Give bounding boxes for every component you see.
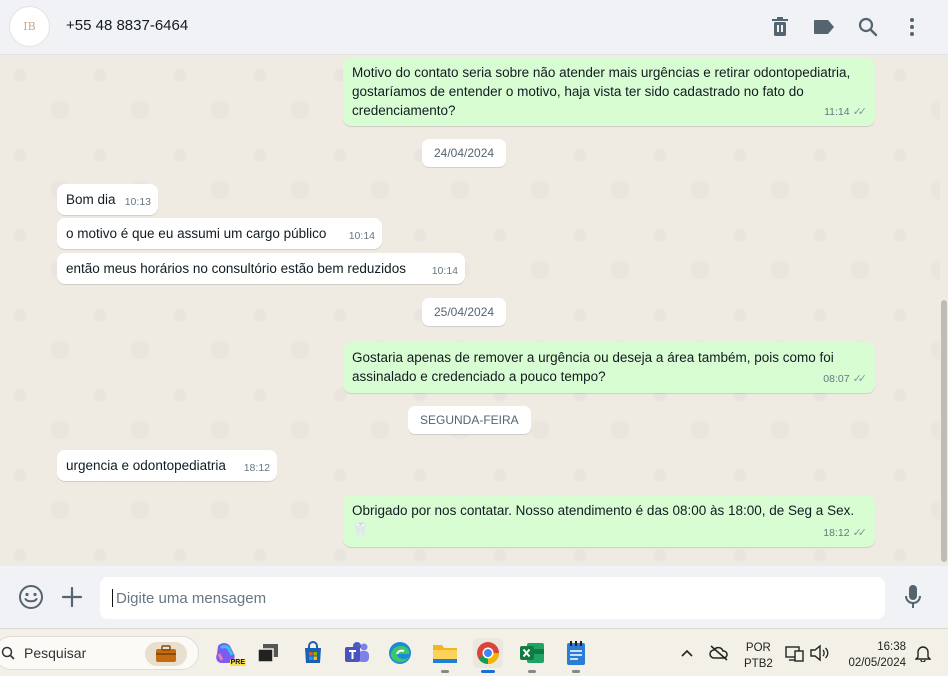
message-text: Motivo do contato seria sobre não atende… <box>352 65 851 118</box>
message-meta: 11:14 ✓✓ <box>824 103 867 122</box>
briefcase-icon <box>145 642 187 666</box>
running-indicator <box>528 670 536 673</box>
message-list[interactable]: Motivo do contato seria sobre não atende… <box>0 55 940 566</box>
message-incoming[interactable]: o motivo é que eu assumi um cargo públic… <box>57 218 382 249</box>
system-clock[interactable]: 16:38 02/05/2024 <box>842 639 906 671</box>
message-text: urgencia e odontopediatria <box>66 458 226 473</box>
message-time: 10:14 <box>431 265 458 277</box>
contact-name[interactable]: +55 48 8837-6464 <box>66 17 188 34</box>
chevron-up-icon[interactable] <box>672 638 702 668</box>
chat-header: IB +55 48 8837-6464 <box>0 0 948 55</box>
chat-scrollbar[interactable] <box>940 55 948 566</box>
keyboard-layout: PTB2 <box>744 658 773 670</box>
file-explorer-icon[interactable] <box>430 638 460 673</box>
clock-time: 16:38 <box>877 641 906 653</box>
microsoft-store-icon[interactable] <box>298 638 328 668</box>
taskbar-search[interactable]: Pesquisar <box>0 636 199 670</box>
running-indicator <box>572 670 580 673</box>
notepad-icon[interactable] <box>561 638 591 673</box>
header-actions <box>758 13 934 41</box>
language-code: POR <box>745 642 771 654</box>
message-incoming[interactable]: Bom dia 10:13 <box>57 184 158 215</box>
delete-icon[interactable] <box>758 13 802 41</box>
message-input[interactable]: Digite uma mensagem <box>100 577 885 619</box>
message-time: 18:12 <box>823 527 850 539</box>
date-chip: SEGUNDA-FEIRA <box>408 406 531 434</box>
notification-bell-icon[interactable] <box>908 638 938 668</box>
message-time: 08:07 <box>823 373 850 385</box>
edge-icon[interactable] <box>385 638 415 668</box>
message-time: 10:14 <box>348 230 375 242</box>
message-text: Gostaria apenas de remover a urgência ou… <box>352 350 834 384</box>
contact-avatar[interactable]: IB <box>9 6 50 47</box>
running-indicator <box>441 670 449 673</box>
emoji-icon[interactable] <box>17 583 45 611</box>
chrome-icon[interactable] <box>473 638 503 673</box>
active-indicator <box>481 670 495 673</box>
message-outgoing[interactable]: Motivo do contato seria sobre não atende… <box>343 57 875 126</box>
message-meta: 08:07 ✓✓ <box>823 370 867 389</box>
cloud-offline-icon[interactable] <box>704 638 734 668</box>
clock-date: 02/05/2024 <box>848 657 906 669</box>
menu-kebab-icon[interactable] <box>890 13 934 41</box>
volume-icon[interactable] <box>804 638 834 668</box>
text-caret <box>112 589 113 607</box>
composer: Digite uma mensagem <box>0 566 948 628</box>
double-check-icon: ✓✓ <box>852 527 868 539</box>
microphone-icon[interactable] <box>899 583 927 611</box>
task-view-icon[interactable] <box>253 638 283 668</box>
date-chip: 24/04/2024 <box>422 139 507 167</box>
message-time: 10:13 <box>124 196 151 208</box>
copilot-icon[interactable]: PRE <box>211 638 246 668</box>
windows-taskbar: Pesquisar PRE POR PTB2 16:38 02/05/2024 <box>0 628 948 676</box>
input-language[interactable]: POR PTB2 <box>744 640 773 672</box>
avatar-monogram: IB <box>23 20 36 33</box>
message-text: o motivo é que eu assumi um cargo públic… <box>66 226 327 241</box>
message-text: Obrigado por nos contatar. Nosso atendim… <box>352 503 855 537</box>
message-time: 18:12 <box>243 462 270 474</box>
label-icon[interactable] <box>802 13 846 41</box>
search-icon <box>1 646 15 660</box>
message-incoming[interactable]: então meus horários no consultório estão… <box>57 253 465 284</box>
message-outgoing[interactable]: Gostaria apenas de remover a urgência ou… <box>343 342 875 393</box>
message-incoming[interactable]: urgencia e odontopediatria 18:12 <box>57 450 277 481</box>
teams-icon[interactable] <box>342 638 372 668</box>
double-check-icon: ✓✓ <box>852 373 868 385</box>
taskbar-search-label: Pesquisar <box>24 645 87 661</box>
excel-icon[interactable] <box>517 638 547 673</box>
copilot-badge: PRE <box>229 659 246 666</box>
message-input-placeholder: Digite uma mensagem <box>116 589 267 607</box>
message-time: 11:14 <box>824 106 850 118</box>
message-outgoing[interactable]: Obrigado por nos contatar. Nosso atendim… <box>343 495 875 547</box>
message-text: então meus horários no consultório estão… <box>66 261 406 276</box>
message-meta: 18:12 ✓✓ <box>823 524 867 543</box>
attach-plus-icon[interactable] <box>58 583 86 611</box>
message-text: Bom dia <box>66 192 116 207</box>
search-icon[interactable] <box>846 13 890 41</box>
date-chip: 25/04/2024 <box>422 298 507 326</box>
scrollbar-thumb[interactable] <box>941 300 947 562</box>
double-check-icon: ✓✓ <box>852 106 868 118</box>
